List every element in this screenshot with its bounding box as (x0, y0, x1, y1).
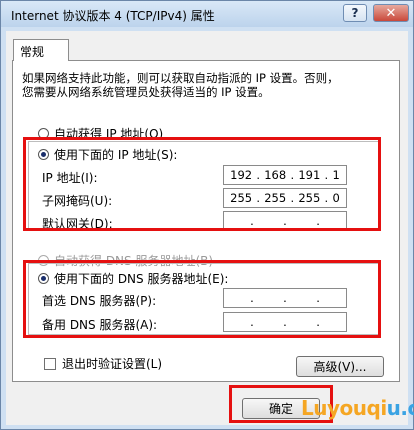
ip-address-label: IP 地址(I): (42, 171, 98, 185)
radio-checked-icon (38, 149, 49, 160)
subnet-mask-input[interactable]: 255. 255. 255. 0 (223, 188, 347, 208)
default-gateway-input[interactable]: . . . (223, 211, 347, 231)
dialog-body: 常规 如果网络支持此功能，则可以获取自动指派的 IP 设置。否则， 您需要从网络… (6, 31, 408, 425)
window-title: Internet 协议版本 4 (TCP/IPv4) 属性 (11, 9, 215, 23)
validate-on-exit-checkbox[interactable]: 退出时验证设置(L) (44, 355, 162, 372)
alternate-dns-label: 备用 DNS 服务器(A): (42, 318, 158, 332)
advanced-button[interactable]: 高级(V)... (296, 356, 384, 377)
ip-address-input[interactable]: 192. 168. 191. 1 (223, 165, 347, 185)
octet: 255 (264, 191, 287, 205)
watermark-part-2: u.cn (386, 396, 414, 420)
close-icon: ✕ (385, 5, 397, 21)
alternate-dns-input[interactable]: . . . (223, 312, 347, 332)
manual-dns-label: 使用下面的 DNS 服务器地址(E): (54, 272, 229, 286)
advanced-label: 高级(V)... (313, 360, 367, 374)
preferred-dns-input[interactable]: . . . (223, 288, 347, 308)
help-icon: ? (351, 6, 359, 20)
manual-ip-label: 使用下面的 IP 地址(S): (54, 148, 178, 162)
help-button[interactable]: ? (343, 4, 367, 22)
auto-ip-radio[interactable]: 自动获得 IP 地址(O) (38, 125, 163, 142)
watermark: Luyouqiu.cn (301, 396, 414, 420)
auto-ip-label: 自动获得 IP 地址(O) (54, 127, 164, 141)
tab-general[interactable]: 常规 (13, 39, 69, 61)
octet: 1 (332, 168, 340, 182)
octet: 0 (332, 191, 340, 205)
preferred-dns-label: 首选 DNS 服务器(P): (42, 294, 157, 308)
default-gateway-label: 默认网关(D): (42, 217, 113, 231)
properties-dialog: Internet 协议版本 4 (TCP/IPv4) 属性 ? ✕ 常规 如果网… (0, 0, 414, 430)
manual-ip-radio[interactable]: 使用下面的 IP 地址(S): (38, 146, 177, 163)
subnet-mask-label: 子网掩码(U): (42, 194, 113, 208)
tab-label: 常规 (20, 45, 45, 59)
close-button[interactable]: ✕ (373, 4, 409, 22)
octet: 255 (230, 191, 253, 205)
description-line-1: 如果网络支持此功能，则可以获取自动指派的 IP 设置。否则， (22, 71, 339, 85)
radio-checked-icon (38, 273, 49, 284)
watermark-part-1: Luyouqi (301, 396, 387, 420)
description-text: 如果网络支持此功能，则可以获取自动指派的 IP 设置。否则， 您需要从网络系统管… (22, 71, 392, 99)
radio-icon (38, 128, 49, 139)
octet: 191 (298, 168, 321, 182)
title-bar: Internet 协议版本 4 (TCP/IPv4) 属性 ? ✕ (1, 1, 413, 27)
manual-dns-radio[interactable]: 使用下面的 DNS 服务器地址(E): (38, 270, 228, 287)
checkbox-box (44, 357, 56, 370)
octet: 168 (264, 168, 287, 182)
description-line-2: 您需要从网络系统管理员处获得适当的 IP 设置。 (22, 85, 270, 99)
ok-label: 确定 (268, 402, 293, 416)
validate-on-exit-label: 退出时验证设置(L) (62, 357, 163, 371)
octet: 255 (298, 191, 321, 205)
octet: 192 (230, 168, 253, 182)
